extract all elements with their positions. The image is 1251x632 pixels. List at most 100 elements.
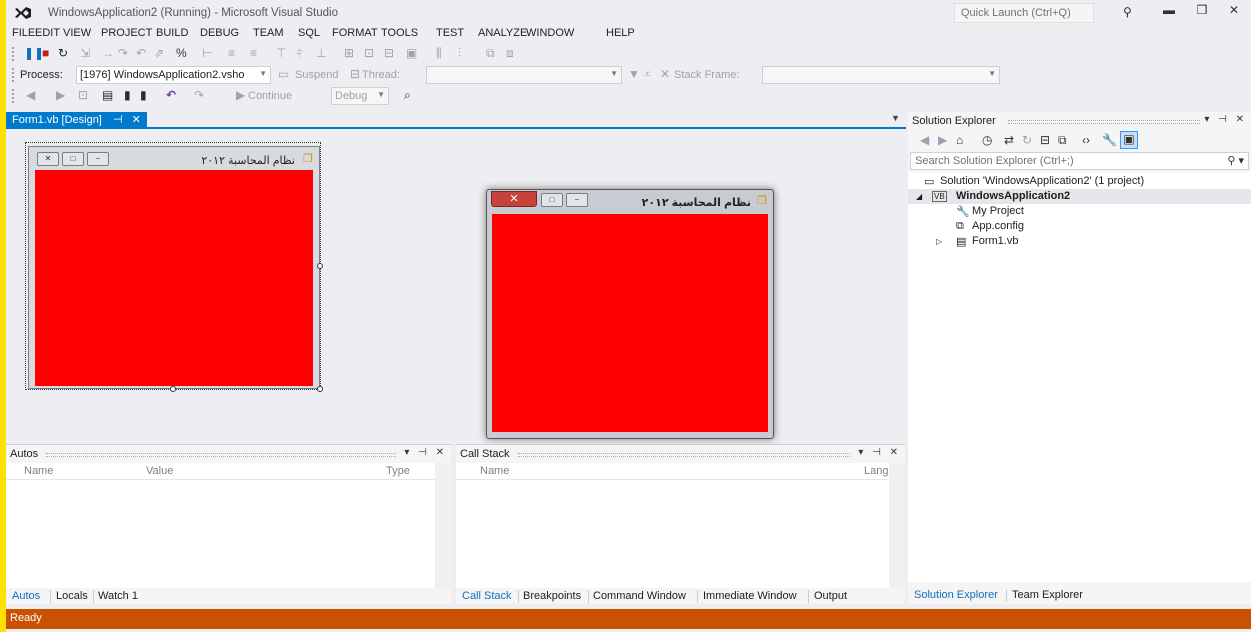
forward-icon[interactable]: ▶: [938, 133, 947, 147]
filter-icon[interactable]: ▼: [628, 67, 640, 81]
align-rights-icon[interactable]: ≡: [250, 46, 257, 60]
save-all-icon[interactable]: ▮: [140, 88, 147, 102]
expand-arrow-icon[interactable]: ▷: [936, 237, 942, 246]
menu-edit[interactable]: EDIT: [35, 27, 60, 39]
minimize-button[interactable]: ▬: [1158, 3, 1180, 21]
flag-threads-icon[interactable]: ✕: [660, 67, 670, 81]
autos-scrollbar[interactable]: [435, 463, 451, 588]
show-next-statement-icon[interactable]: ⇲: [80, 46, 90, 60]
size-to-grid-icon[interactable]: ▣: [406, 46, 417, 60]
expand-arrow-icon[interactable]: ◢: [916, 192, 922, 201]
tree-item-form1[interactable]: ▷ ▤ Form1.vb: [908, 234, 1251, 249]
menu-sql[interactable]: SQL: [298, 27, 320, 39]
undo-icon[interactable]: ↶: [166, 88, 176, 102]
form-designer-surface[interactable]: ✕ □ − نظام المحاسبة ٢٠١٢ ❐ ✕ □ − نظام ال…: [6, 129, 906, 439]
panel-window-buttons[interactable]: ▾ ⊣ ✕: [1204, 114, 1247, 125]
menu-help[interactable]: HELP: [606, 27, 635, 39]
make-same-height-icon[interactable]: ⊡: [364, 46, 374, 60]
column-header-type[interactable]: Type: [386, 465, 410, 477]
search-icon[interactable]: ⚲ ▾: [1227, 154, 1244, 167]
toolbar-grip[interactable]: [12, 68, 16, 82]
step-into-icon[interactable]: →: [102, 46, 114, 60]
make-same-width-icon[interactable]: ⊞: [344, 46, 354, 60]
align-middles-icon[interactable]: ⫩: [296, 46, 303, 61]
tab-command-window[interactable]: Command Window: [593, 590, 686, 602]
navigate-forward-icon[interactable]: ▶: [56, 88, 65, 102]
step-over-icon[interactable]: ↷: [118, 46, 128, 60]
running-form-window[interactable]: ✕ □ − نظام المحاسبة ٢٠١٢ ❐: [486, 189, 774, 439]
panel-grip[interactable]: [1008, 120, 1200, 124]
align-bottoms-icon[interactable]: ⊥: [316, 46, 326, 60]
menu-view[interactable]: VIEW: [63, 27, 91, 39]
menu-build[interactable]: BUILD: [156, 27, 188, 39]
open-file-icon[interactable]: ▤: [102, 88, 113, 102]
panel-grip[interactable]: [518, 453, 850, 457]
view-designer-icon[interactable]: ▣: [1120, 131, 1138, 149]
resize-handle-bottom[interactable]: [170, 386, 176, 392]
close-button[interactable]: ✕: [1223, 3, 1245, 21]
tab-breakpoints[interactable]: Breakpoints: [523, 590, 581, 602]
tab-overflow-icon[interactable]: ▼: [891, 113, 900, 123]
form-client-area[interactable]: [35, 170, 313, 386]
autos-grid-body[interactable]: [6, 480, 451, 588]
filter-threads-icon[interactable]: ⩡: [644, 67, 651, 82]
tab-locals[interactable]: Locals: [56, 590, 88, 602]
collapse-all-icon[interactable]: ⊟: [1040, 133, 1050, 147]
menu-test[interactable]: TEST: [436, 27, 464, 39]
panel-window-buttons[interactable]: ▾ ⊣ ✕: [858, 447, 901, 458]
pending-changes-icon[interactable]: ◷: [982, 133, 992, 147]
running-maximize-button[interactable]: □: [541, 193, 563, 207]
menu-window[interactable]: WINDOW: [526, 27, 574, 39]
suspend-label[interactable]: Suspend: [295, 69, 338, 81]
hex-display-icon[interactable]: %: [176, 46, 187, 60]
panel-grip[interactable]: [46, 453, 396, 457]
new-project-icon[interactable]: ⊡: [78, 88, 88, 102]
column-header-name[interactable]: Name: [480, 465, 509, 477]
thread-icon[interactable]: ⊟: [350, 67, 360, 81]
find-in-files-icon[interactable]: ⌕: [404, 88, 411, 103]
running-form-client-area[interactable]: [492, 214, 768, 432]
tab-form1-design[interactable]: Form1.vb [Design] ⊣ ✕: [6, 112, 147, 128]
menu-debug[interactable]: DEBUG: [200, 27, 239, 39]
resize-handle-corner[interactable]: [317, 386, 323, 392]
tree-item-project[interactable]: ◢ VB WindowsApplication2: [908, 189, 1251, 204]
sync-icon[interactable]: ⇄: [1004, 133, 1014, 147]
restore-button[interactable]: ❐: [1191, 3, 1213, 21]
running-close-button[interactable]: ✕: [491, 191, 537, 207]
restart-icon[interactable]: ↻: [58, 46, 68, 60]
search-icon[interactable]: ⚲: [1123, 5, 1132, 19]
process-combo[interactable]: [1976] WindowsApplication2.vsho ▼: [76, 66, 271, 84]
navigate-back-icon[interactable]: ◀: [26, 88, 35, 102]
make-same-size-icon[interactable]: ⊟: [384, 46, 394, 60]
column-header-language[interactable]: Lang: [864, 465, 888, 477]
home-icon[interactable]: ⌂: [956, 133, 963, 147]
refresh-icon[interactable]: ↻: [1022, 133, 1032, 147]
vertical-spacing-icon[interactable]: ⫶: [458, 46, 461, 61]
stack-frame-combo[interactable]: ▼: [762, 66, 1000, 84]
continue-label[interactable]: Continue: [248, 90, 292, 102]
running-minimize-button[interactable]: −: [566, 193, 588, 207]
tab-call-stack[interactable]: Call Stack: [462, 590, 512, 602]
tab-watch-1[interactable]: Watch 1: [98, 590, 138, 602]
column-header-name[interactable]: Name: [24, 465, 53, 477]
menu-tools[interactable]: TOOLS: [381, 27, 418, 39]
redo-icon[interactable]: ↷: [194, 88, 204, 102]
configuration-combo[interactable]: Debug ▼: [331, 87, 389, 105]
back-icon[interactable]: ◀: [920, 133, 929, 147]
menu-analyze[interactable]: ANALYZE: [478, 27, 527, 39]
send-to-back-icon[interactable]: ⧈: [506, 46, 514, 61]
step-out-icon[interactable]: ↶: [136, 46, 146, 60]
stop-icon[interactable]: ■: [42, 46, 49, 60]
thread-combo[interactable]: ▼: [426, 66, 622, 84]
call-stack-grid-body[interactable]: [456, 480, 905, 588]
tab-team-explorer[interactable]: Team Explorer: [1012, 589, 1083, 601]
close-tab-icon[interactable]: ✕: [132, 114, 141, 126]
menu-format[interactable]: FORMAT: [332, 27, 378, 39]
align-centers-icon[interactable]: ≡: [228, 46, 235, 60]
tab-autos[interactable]: Autos: [12, 590, 40, 602]
quick-launch-input[interactable]: Quick Launch (Ctrl+Q): [954, 3, 1094, 23]
menu-file[interactable]: FILE: [12, 27, 35, 39]
solution-explorer-search[interactable]: Search Solution Explorer (Ctrl+;) ⚲ ▾: [910, 152, 1249, 170]
toolbar-grip[interactable]: [12, 89, 16, 103]
tab-immediate-window[interactable]: Immediate Window: [703, 590, 797, 602]
